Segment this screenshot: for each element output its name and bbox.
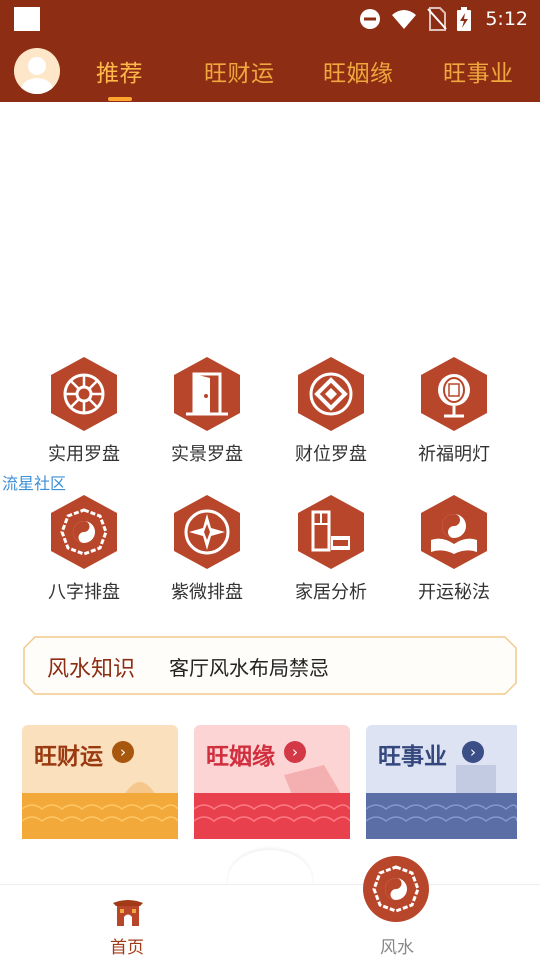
nav-item-fengshui[interactable]: 风水	[360, 855, 432, 959]
tool-home-analysis[interactable]: 家居分析	[276, 494, 386, 604]
compass-icon	[51, 357, 117, 431]
bagua-icon	[363, 856, 429, 922]
yinyang-book-icon	[421, 495, 487, 569]
card-marriage[interactable]: 旺姻缘 ›	[194, 725, 350, 839]
tab-recommend[interactable]: 推荐	[96, 54, 143, 88]
door-icon	[174, 357, 240, 431]
bottom-nav: 首页 风水	[0, 856, 540, 960]
card-career[interactable]: 旺事业 ›	[366, 725, 517, 839]
wifi-icon	[392, 10, 417, 29]
temple-gate-icon	[113, 900, 143, 926]
tab-wealth[interactable]: 旺财运	[204, 54, 275, 88]
tool-practical-compass[interactable]: 实用罗盘	[29, 356, 139, 466]
notification-square-icon	[14, 7, 40, 31]
card-title: 旺事业	[378, 743, 447, 770]
tab-career[interactable]: 旺事业	[443, 54, 514, 88]
tool-live-compass[interactable]: 实景罗盘	[152, 356, 262, 466]
bagua-icon	[51, 495, 117, 569]
battery-charging-icon	[457, 7, 472, 31]
fengshui-knowledge-banner[interactable]: 风水知识 客厅风水布局禁忌	[23, 636, 517, 695]
do-not-disturb-icon	[360, 9, 381, 29]
card-title: 旺姻缘	[206, 743, 275, 770]
tool-label: 开运秘法	[418, 582, 490, 603]
tool-label: 祈福明灯	[418, 444, 490, 465]
community-link[interactable]: 流星社区	[2, 470, 66, 494]
avatar[interactable]	[14, 48, 60, 94]
top-tab-bar: 推荐 旺财运 旺姻缘 旺事业	[0, 40, 540, 102]
no-sim-icon	[427, 7, 448, 31]
card-wealth[interactable]: 旺财运 ›	[22, 725, 178, 839]
lantern-icon	[421, 357, 487, 431]
tab-marriage[interactable]: 旺姻缘	[323, 54, 394, 88]
active-tab-indicator	[108, 97, 132, 101]
tool-label: 家居分析	[295, 582, 367, 603]
avatar-user-icon	[21, 57, 53, 94]
status-bar: 5:12	[0, 0, 540, 40]
tool-blessing-lamp[interactable]: 祈福明灯	[399, 356, 509, 466]
tool-label: 实景罗盘	[171, 444, 243, 465]
knowledge-title: 风水知识	[47, 657, 136, 682]
chevron-right-icon: ›	[112, 741, 134, 763]
knowledge-headline[interactable]: 客厅风水布局禁忌	[169, 652, 329, 681]
chevron-right-icon: ›	[462, 741, 484, 763]
tool-wealth-compass[interactable]: 财位罗盘	[276, 356, 386, 466]
chevron-right-icon: ›	[284, 741, 306, 763]
nav-label-fengshui: 风水	[380, 938, 414, 958]
nav-item-home[interactable]: 首页	[100, 893, 156, 959]
tool-label: 紫微排盘	[171, 582, 243, 603]
tool-bazi-chart[interactable]: 八字排盘	[29, 494, 139, 604]
status-time: 5:12	[485, 8, 528, 30]
furniture-icon	[298, 495, 364, 569]
card-title: 旺财运	[34, 743, 103, 770]
tool-label: 实用罗盘	[48, 444, 120, 465]
coin-icon	[298, 357, 364, 431]
nav-label-home: 首页	[110, 938, 144, 958]
tool-fortune-method[interactable]: 开运秘法	[399, 494, 509, 604]
tool-label: 八字排盘	[48, 582, 120, 603]
star-compass-icon	[174, 495, 240, 569]
tool-ziwei-chart[interactable]: 紫微排盘	[152, 494, 262, 604]
tool-label: 财位罗盘	[295, 444, 367, 465]
